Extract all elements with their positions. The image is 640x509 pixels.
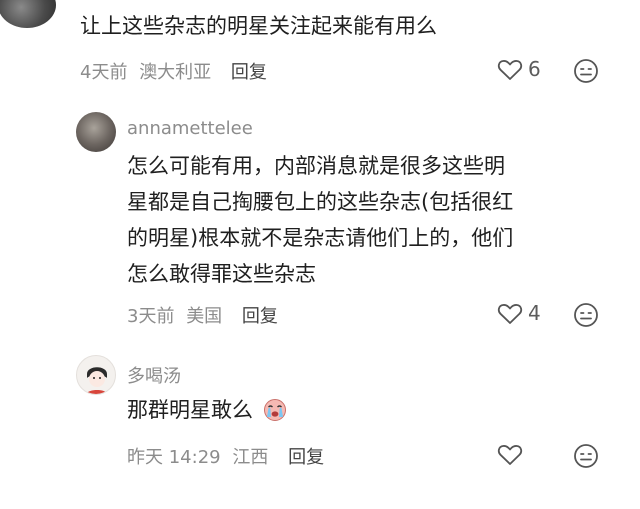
comment-line: 怎么可能有用，内部消息就是很多这些明 [127,154,505,178]
comment-meta: 4天前 澳大利亚 回复 [80,58,267,84]
comment-text: 那群明星敢么 [127,392,288,428]
comment-line: 星都是自己掏腰包上的这些杂志(包括很红 [127,190,514,214]
comment-line: 怎么敢得罪这些杂志 [127,262,316,286]
like-count: 4 [528,301,541,325]
comment-text: 怎么可能有用，内部消息就是很多这些明 星都是自己掏腰包上的这些杂志(包括很红 的… [127,148,513,292]
comment-meta: 3天前 美国 回复 [127,302,278,328]
like-button[interactable] [497,443,523,467]
react-button[interactable] [573,443,599,469]
comment-meta: 昨天 14:29 江西 回复 [127,443,324,469]
react-button[interactable] [573,302,599,328]
react-button[interactable] [573,58,599,84]
heart-outline-icon [497,445,523,465]
comment-time: 昨天 14:29 [127,447,221,468]
reply-button[interactable]: 回复 [288,447,324,468]
username[interactable]: 多喝汤 [127,362,181,388]
emoji-face-icon [574,303,598,327]
username[interactable]: annamettelee [127,118,253,139]
comment-time: 3天前 [127,306,175,327]
emoji-face-icon [574,444,598,468]
heart-outline-icon [497,304,523,324]
like-button[interactable] [497,58,523,82]
heart-outline-icon [497,60,523,80]
avatar[interactable] [0,0,56,28]
reply-button[interactable]: 回复 [242,306,278,327]
comment-location: 江西 [232,447,269,468]
comment-location: 澳大利亚 [139,62,212,83]
crying-face-emoji-icon [263,399,286,421]
comment-location: 美国 [186,306,223,327]
comment-line: 的明星)根本就不是杂志请他们上的，他们 [127,226,514,250]
emoji-face-icon [574,59,598,83]
like-button[interactable] [497,302,523,326]
comment-body: 那群明星敢么 [127,398,253,422]
avatar-illustration [85,367,109,394]
comment-time: 4天前 [80,62,128,83]
like-count: 6 [528,57,541,81]
comment-text: 让上这些杂志的明星关注起来能有用么 [80,14,437,38]
avatar[interactable] [76,355,116,395]
reply-button[interactable]: 回复 [231,62,267,83]
avatar[interactable] [76,112,116,152]
